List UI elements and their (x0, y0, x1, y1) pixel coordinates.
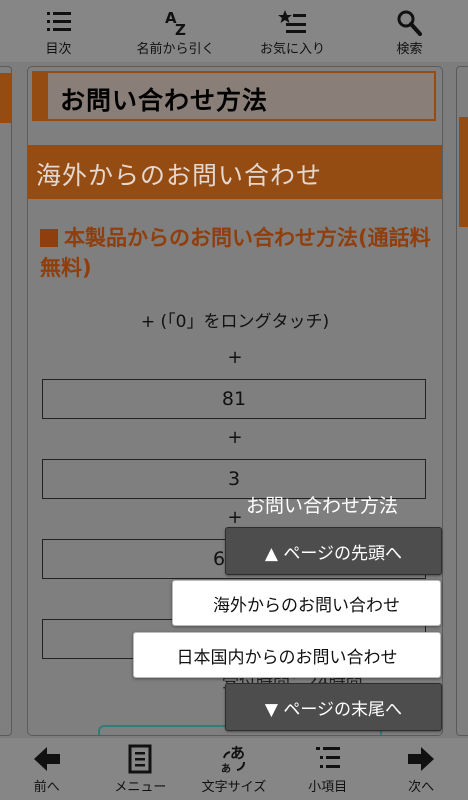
name-lookup-button[interactable]: A Z 名前から引く (117, 0, 234, 62)
name-lookup-label: 名前から引く (136, 42, 215, 57)
star-list-icon (277, 10, 306, 33)
favorites-button[interactable]: お気に入り (234, 0, 351, 62)
previous-page-accent (0, 73, 11, 123)
arrow-left-icon (33, 747, 60, 771)
favorites-label: お気に入り (259, 42, 325, 57)
menu-button[interactable]: メニュー (94, 738, 188, 800)
list-icon (46, 12, 71, 31)
sub-items-label: 小項目 (308, 780, 348, 795)
previous-label: 前へ (33, 780, 60, 795)
az-sort-icon: A Z (165, 9, 186, 37)
arrow-right-icon (408, 747, 435, 771)
dial-instruction: + (「0」をロングタッチ) (140, 312, 330, 332)
previous-page-edge[interactable] (0, 66, 12, 736)
section-header: 海外からのお問い合わせ (28, 145, 442, 199)
jump-menu-title: お問い合わせ方法 (246, 495, 399, 517)
menu-document-icon (128, 744, 152, 774)
subheading-text: 本製品からのお問い合わせ方法(通話料無料) (40, 226, 431, 280)
sub-items-button[interactable]: 小項目 (281, 738, 375, 800)
previous-button[interactable]: 前へ (0, 738, 94, 800)
svg-text:Z: Z (175, 21, 186, 37)
svg-text:あ: あ (221, 762, 231, 774)
menu-label: メニュー (114, 780, 167, 795)
bottom-toolbar: 前へ メニュー あ あ 文字サイズ 小項目 次へ (0, 738, 468, 800)
domestic-inquiry-link[interactable]: 日本国内からのお問い合わせ (133, 632, 441, 678)
text-size-button[interactable]: あ あ 文字サイズ (187, 738, 281, 800)
svg-text:あ: あ (230, 744, 245, 762)
next-page-edge[interactable] (456, 66, 468, 736)
plus-sign: + (227, 347, 243, 368)
top-toolbar: 目次 A Z 名前から引く お気に入り 検索 (0, 0, 468, 62)
next-page-accent (459, 117, 468, 227)
sub-list-icon (315, 747, 340, 768)
next-button[interactable]: 次へ (374, 738, 468, 800)
search-label: 検索 (396, 42, 423, 57)
search-button[interactable]: 検索 (351, 0, 468, 62)
toc-button[interactable]: 目次 (0, 0, 117, 62)
section-title: 海外からのお問い合わせ (36, 161, 323, 190)
plus-sign: + (227, 427, 243, 448)
subheading: 本製品からのお問い合わせ方法(通話料無料) (40, 223, 432, 283)
page-bottom-button[interactable]: ▼ ページの末尾へ (225, 683, 442, 731)
text-size-icon: あ あ (221, 744, 245, 774)
overseas-inquiry-link[interactable]: 海外からのお問い合わせ (172, 580, 441, 626)
square-bullet-icon (40, 229, 58, 247)
page-top-button[interactable]: ▲ ページの先頭へ (225, 527, 442, 575)
search-icon (397, 10, 422, 36)
text-size-label: 文字サイズ (201, 780, 267, 795)
page-title: お問い合わせ方法 (60, 86, 269, 115)
page-title-box: お問い合わせ方法 (32, 71, 436, 121)
next-label: 次へ (408, 780, 435, 795)
number-box: 81 (42, 379, 426, 419)
toc-label: 目次 (45, 42, 72, 57)
title-accent-bar (34, 73, 48, 119)
